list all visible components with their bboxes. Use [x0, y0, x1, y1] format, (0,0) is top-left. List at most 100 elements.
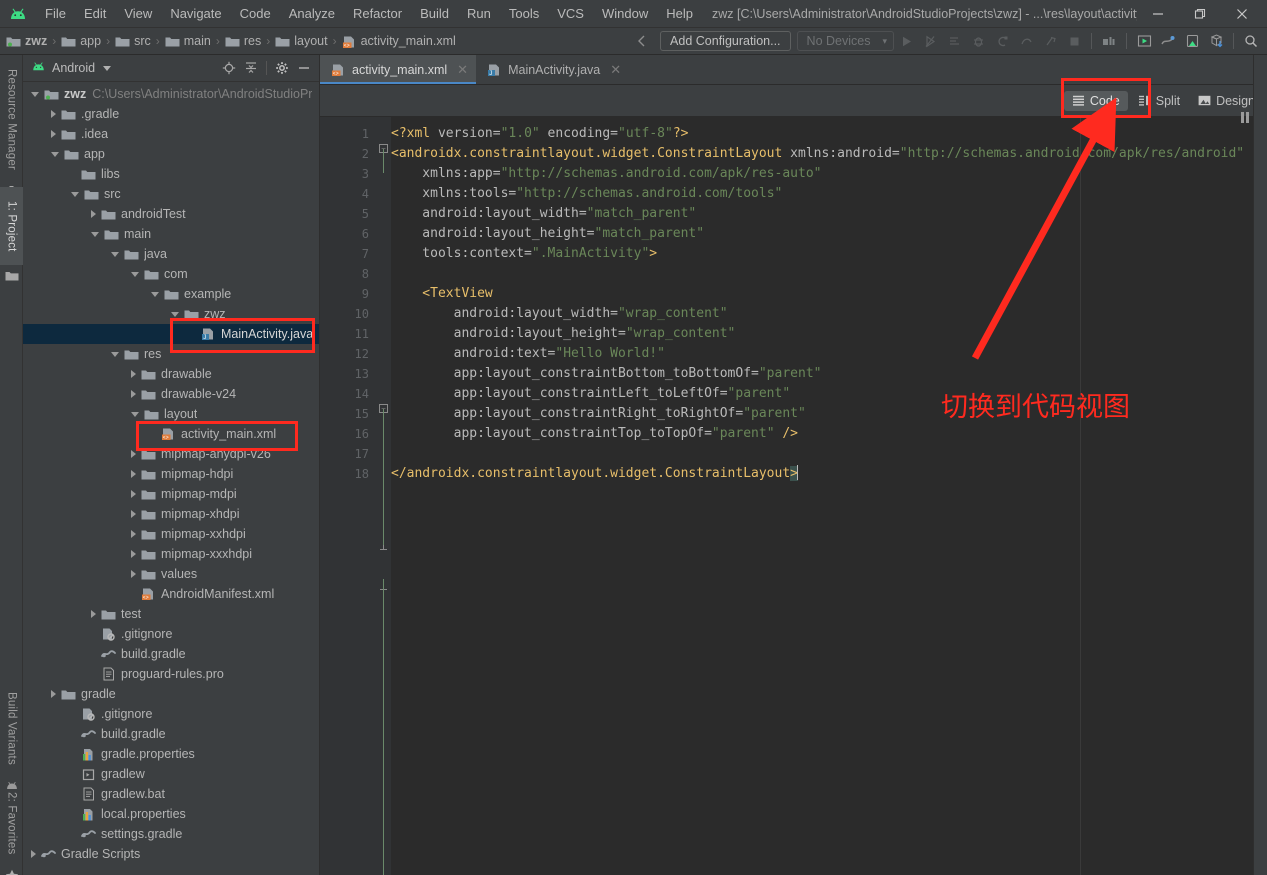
code-line[interactable]: </androidx.constraintlayout.widget.Const…: [391, 464, 1267, 484]
chevron-right-icon[interactable]: [131, 530, 136, 538]
tree-row[interactable]: example: [23, 284, 319, 304]
run-coverage-icon[interactable]: [919, 30, 941, 52]
stop-icon[interactable]: [1063, 30, 1085, 52]
code-line[interactable]: android:layout_height="match_parent": [391, 224, 1267, 244]
breadcrumb-item-main[interactable]: main: [165, 34, 211, 48]
tree-row-selected[interactable]: J MainActivity.java: [23, 324, 319, 344]
menu-item-code[interactable]: Code: [231, 3, 280, 24]
rail-button-resource-manager[interactable]: Resource Manager: [0, 59, 23, 181]
chevron-right-icon[interactable]: [131, 550, 136, 558]
tree-row[interactable]: mipmap-xxhdpi: [23, 524, 319, 544]
code-line[interactable]: android:layout_width="match_parent": [391, 204, 1267, 224]
rail-button-2--favorites[interactable]: 2: Favorites: [0, 781, 23, 865]
project-tree[interactable]: zwz C:\Users\Administrator\AndroidStudioP…: [23, 82, 319, 874]
tree-row[interactable]: libs: [23, 164, 319, 184]
tree-row[interactable]: mipmap-mdpi: [23, 484, 319, 504]
tree-row[interactable]: drawable: [23, 364, 319, 384]
tree-row[interactable]: res: [23, 344, 319, 364]
code-content[interactable]: <?xml version="1.0" encoding="utf-8"?> <a…: [391, 124, 1267, 484]
tree-row[interactable]: app: [23, 144, 319, 164]
chevron-right-icon[interactable]: [51, 130, 56, 138]
tree-row[interactable]: values: [23, 564, 319, 584]
tree-row[interactable]: .gradle: [23, 104, 319, 124]
tree-row[interactable]: <> AndroidManifest.xml: [23, 584, 319, 604]
breadcrumb-item-layout[interactable]: layout: [275, 34, 328, 48]
tree-row[interactable]: .gitignore: [23, 704, 319, 724]
tree-row[interactable]: local.properties: [23, 804, 319, 824]
tree-row[interactable]: mipmap-anydpi-v26: [23, 444, 319, 464]
close-tab-icon[interactable]: ✕: [457, 62, 468, 78]
menu-item-run[interactable]: Run: [458, 3, 500, 24]
code-folding-column[interactable]: − −: [377, 117, 391, 875]
code-line[interactable]: <TextView: [391, 284, 1267, 304]
chevron-right-icon[interactable]: [31, 850, 36, 858]
sync-gradle-icon[interactable]: [1157, 30, 1179, 52]
chevron-down-icon[interactable]: [103, 65, 112, 71]
tree-row[interactable]: zwz C:\Users\Administrator\AndroidStudioP…: [23, 84, 319, 104]
tree-row[interactable]: zwz: [23, 304, 319, 324]
breadcrumb-item-src[interactable]: src: [115, 34, 151, 48]
tree-row[interactable]: build.gradle: [23, 644, 319, 664]
tree-row[interactable]: test: [23, 604, 319, 624]
chevron-down-icon[interactable]: [31, 91, 39, 97]
back-navigation-icon[interactable]: [631, 30, 653, 52]
chevron-down-icon[interactable]: [51, 151, 59, 157]
menu-item-file[interactable]: File: [36, 3, 75, 24]
menu-item-analyze[interactable]: Analyze: [280, 3, 344, 24]
menu-item-edit[interactable]: Edit: [75, 3, 115, 24]
chevron-right-icon[interactable]: [131, 390, 136, 398]
tree-row[interactable]: src: [23, 184, 319, 204]
device-selector-dropdown[interactable]: No Devices ▾: [796, 31, 894, 51]
device-file-explorer-icon[interactable]: [1205, 30, 1227, 52]
tree-row[interactable]: gradle.properties: [23, 744, 319, 764]
tree-row[interactable]: gradlew.bat: [23, 784, 319, 804]
add-configuration-button[interactable]: Add Configuration...: [660, 31, 791, 51]
tree-row[interactable]: drawable-v24: [23, 384, 319, 404]
chevron-right-icon[interactable]: [131, 490, 136, 498]
tree-row[interactable]: mipmap-hdpi: [23, 464, 319, 484]
chevron-right-icon[interactable]: [131, 510, 136, 518]
tree-row[interactable]: <> activity_main.xml: [23, 424, 319, 444]
code-line[interactable]: android:layout_height="wrap_content": [391, 324, 1267, 344]
code-line[interactable]: tools:context=".MainActivity">: [391, 244, 1267, 264]
close-tab-icon[interactable]: ✕: [610, 62, 621, 78]
profile-icon[interactable]: [943, 30, 965, 52]
chevron-right-icon[interactable]: [91, 610, 96, 618]
tree-row[interactable]: mipmap-xxxhdpi: [23, 544, 319, 564]
chevron-right-icon[interactable]: [91, 210, 96, 218]
chevron-down-icon[interactable]: [131, 411, 139, 417]
tree-row[interactable]: gradlew: [23, 764, 319, 784]
maximize-button[interactable]: [1179, 1, 1221, 27]
code-line[interactable]: <?xml version="1.0" encoding="utf-8"?>: [391, 124, 1267, 144]
collapse-all-icon[interactable]: [240, 57, 262, 79]
chevron-right-icon[interactable]: [131, 570, 136, 578]
chevron-right-icon[interactable]: [51, 110, 56, 118]
tree-row[interactable]: gradle: [23, 684, 319, 704]
code-line[interactable]: [391, 264, 1267, 284]
rail-button-1--project[interactable]: 1: Project: [0, 187, 23, 265]
breadcrumb-item-activity-main-xml[interactable]: <> activity_main.xml: [342, 34, 456, 49]
editor-tab-activity-main-xml[interactable]: <> activity_main.xml ✕: [320, 55, 477, 84]
chevron-down-icon[interactable]: [91, 231, 99, 237]
chevron-down-icon[interactable]: [131, 271, 139, 277]
chevron-down-icon[interactable]: [151, 291, 159, 297]
hide-panel-icon[interactable]: [293, 57, 315, 79]
breadcrumb-item-res[interactable]: res: [225, 34, 261, 48]
sdk-manager-icon[interactable]: [1098, 30, 1120, 52]
tree-row[interactable]: androidTest: [23, 204, 319, 224]
tree-row[interactable]: main: [23, 224, 319, 244]
chevron-right-icon[interactable]: [51, 690, 56, 698]
menu-item-refactor[interactable]: Refactor: [344, 3, 411, 24]
editor-tab-mainactivity-java[interactable]: J MainActivity.java ✕: [476, 55, 629, 84]
gear-icon[interactable]: [271, 57, 293, 79]
close-button[interactable]: [1221, 1, 1263, 27]
code-line[interactable]: xmlns:app="http://schemas.android.com/ap…: [391, 164, 1267, 184]
tree-row[interactable]: com: [23, 264, 319, 284]
tree-row[interactable]: proguard-rules.pro: [23, 664, 319, 684]
chevron-down-icon[interactable]: [171, 311, 179, 317]
tree-row[interactable]: .idea: [23, 124, 319, 144]
tree-row[interactable]: .gitignore: [23, 624, 319, 644]
code-line[interactable]: android:layout_width="wrap_content": [391, 304, 1267, 324]
tree-row[interactable]: Gradle Scripts: [23, 844, 319, 864]
breadcrumb-item-app[interactable]: app: [61, 34, 101, 48]
